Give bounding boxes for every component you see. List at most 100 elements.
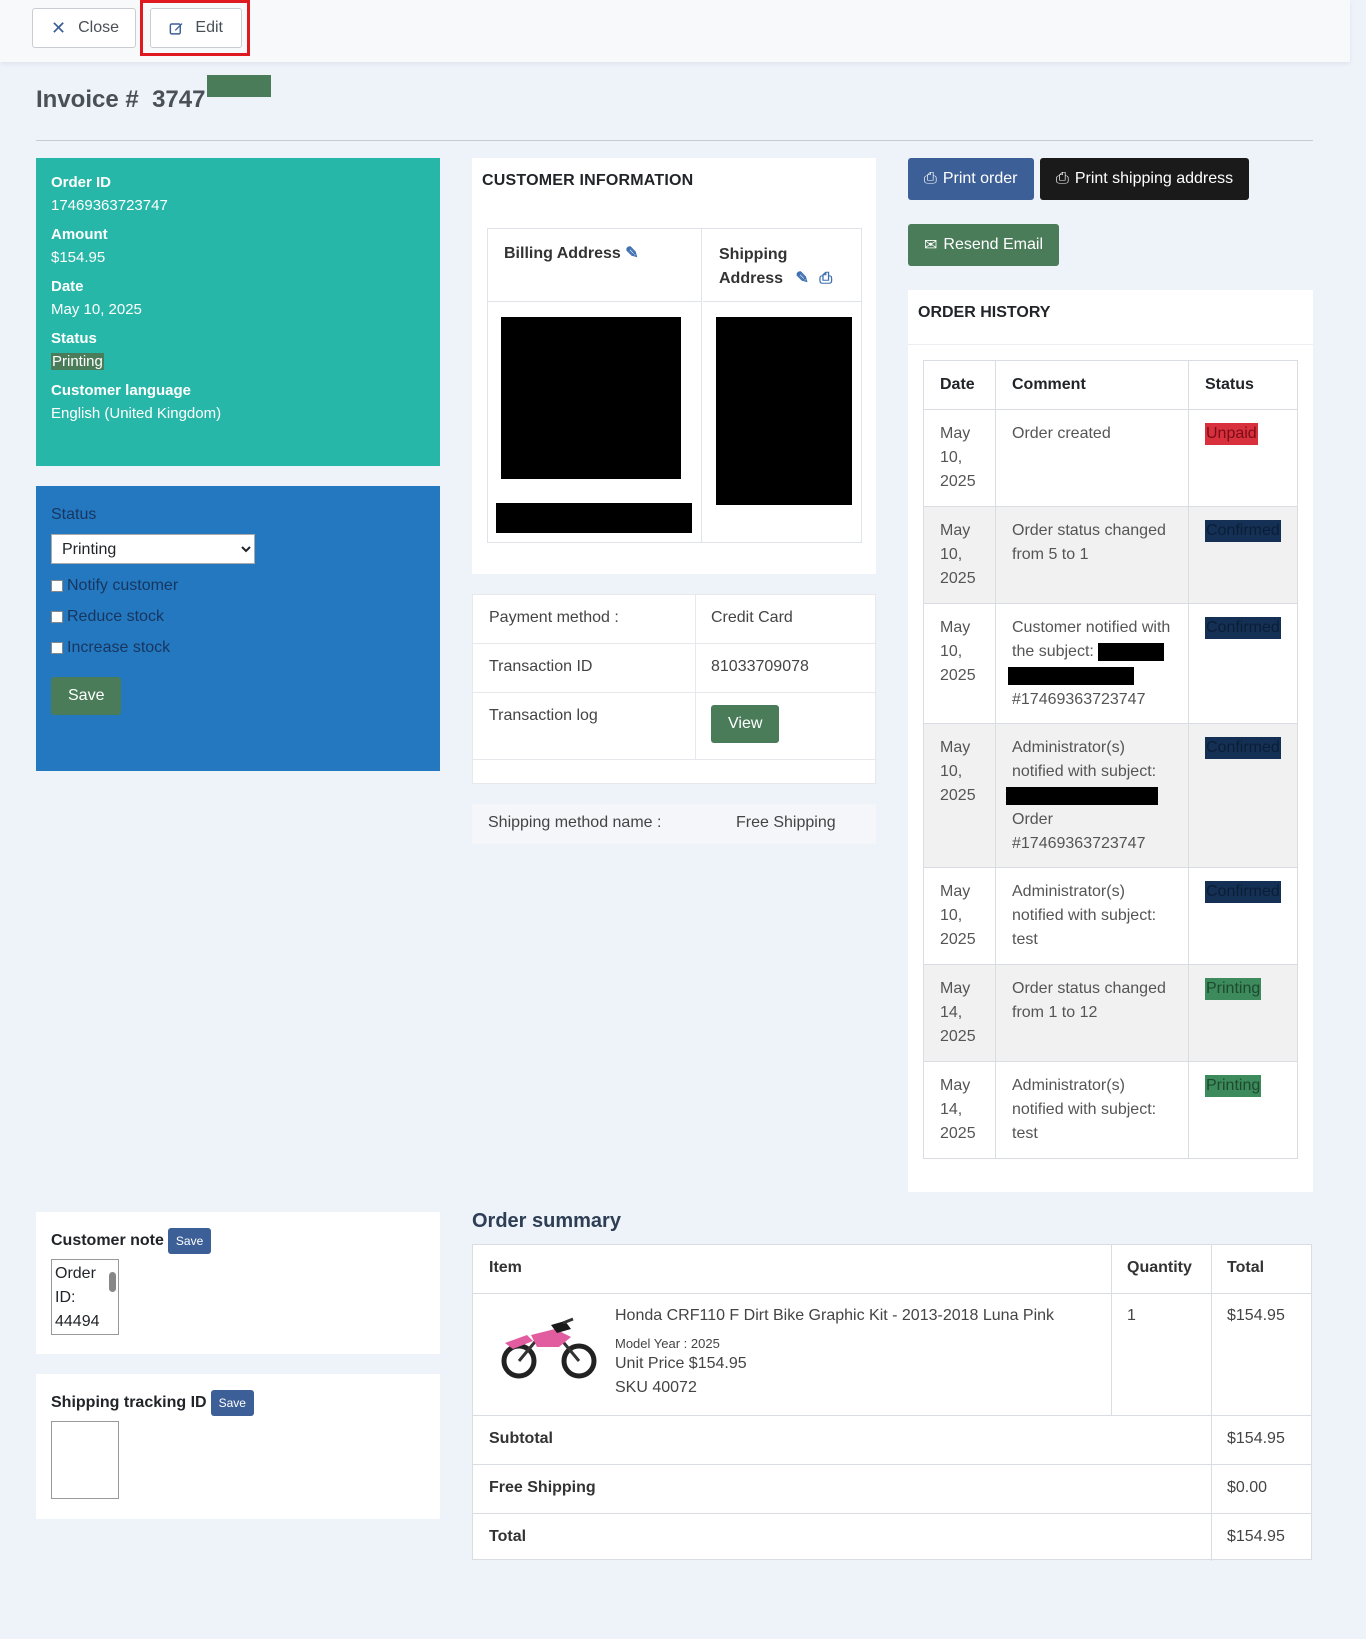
- history-row: May 14, 2025 Administrator(s) notified wit…: [924, 1062, 1297, 1158]
- print-icon[interactable]: ⎙: [819, 270, 832, 287]
- print-order-button[interactable]: ⎙ Print order: [908, 158, 1034, 200]
- close-button[interactable]: ✕ Close: [32, 8, 136, 48]
- print-icon: ⎙: [924, 170, 937, 187]
- order-summary-title: Order summary: [472, 1210, 621, 1232]
- product-image: [499, 1315, 599, 1381]
- save-status-button[interactable]: Save: [51, 677, 122, 715]
- status-form: Status Printing Notify customer Reduce s…: [36, 486, 440, 771]
- status-badge: Printing: [1205, 978, 1262, 1000]
- shipping-column: Shipping Address ✎ ⎙: [703, 229, 861, 505]
- shipping-value: $0.00: [1227, 1479, 1268, 1496]
- payment-method-row: Payment method : Credit Card: [473, 595, 875, 644]
- address-table: Billing Address ✎ Shipping Address ✎ ⎙: [487, 228, 862, 543]
- order-info-card: Order ID 17469363723747 Amount $154.95 D…: [36, 158, 440, 466]
- billing-column: Billing Address ✎: [488, 229, 702, 542]
- item-unit-price: Unit Price $154.95: [615, 1355, 747, 1372]
- item-sku: SKU 40072: [615, 1379, 697, 1396]
- header-total: Total: [1227, 1259, 1265, 1276]
- checkbox-icon[interactable]: [51, 611, 63, 623]
- item-name: Honda CRF110 F Dirt Bike Graphic Kit - 2…: [615, 1307, 1055, 1324]
- header-status: Status: [1205, 376, 1254, 393]
- save-note-button[interactable]: Save: [167, 1228, 212, 1254]
- header-date: Date: [924, 361, 996, 409]
- customer-info-title: CUSTOMER INFORMATION: [482, 172, 694, 189]
- subtotal-value: $154.95: [1227, 1430, 1285, 1447]
- status-select[interactable]: Printing: [51, 534, 255, 564]
- shipping-header: Shipping Address ✎ ⎙: [703, 229, 861, 302]
- redacted-billing: [501, 317, 681, 479]
- language-label: Customer language: [51, 382, 192, 399]
- transaction-log-row: Transaction log View: [473, 693, 875, 760]
- close-icon: ✕: [51, 17, 67, 38]
- header-item: Item: [489, 1259, 522, 1276]
- checkbox-icon[interactable]: [51, 580, 63, 592]
- status-badge: Confirmed: [1205, 737, 1281, 759]
- redacted-billing-line: [496, 503, 692, 533]
- row-divider: [473, 1293, 1311, 1294]
- checkbox-icon[interactable]: [51, 642, 63, 654]
- pencil-icon[interactable]: ✎: [795, 270, 808, 287]
- amount-label: Amount: [51, 226, 108, 243]
- history-table: Date Comment Status May 10, 2025 Order cre…: [923, 360, 1298, 1159]
- scrollbar[interactable]: [109, 1272, 116, 1292]
- shipping-method-label: Shipping method name :: [488, 814, 662, 831]
- language-value: English (United Kingdom): [51, 405, 222, 422]
- pencil-icon[interactable]: ✎: [625, 245, 638, 262]
- resend-email-button[interactable]: ✉ Resend Email: [908, 224, 1060, 266]
- history-header-row: Date Comment Status: [924, 361, 1297, 410]
- customer-note-card: Customer note Save Order ID: 44494: [36, 1212, 440, 1354]
- status-badge: [207, 75, 271, 97]
- history-row: May 10, 2025 Order created Unpaid: [924, 410, 1297, 507]
- order-summary-table: Item Quantity Total Honda CRF110 F Dirt …: [472, 1244, 1312, 1561]
- status-value: Printing: [51, 353, 104, 370]
- status-badge: Confirmed: [1205, 881, 1281, 903]
- envelope-icon: ✉: [924, 237, 938, 254]
- item-total: $154.95: [1227, 1307, 1285, 1324]
- tracking-label: Shipping tracking ID: [51, 1394, 207, 1411]
- increase-stock-checkbox[interactable]: Increase stock: [51, 639, 425, 657]
- billing-header: Billing Address ✎: [488, 229, 701, 302]
- tracking-textarea[interactable]: [51, 1421, 119, 1499]
- view-log-button[interactable]: View: [711, 705, 780, 743]
- customer-note-textarea[interactable]: Order ID: 44494: [51, 1259, 119, 1335]
- notify-customer-checkbox[interactable]: Notify customer: [51, 577, 425, 595]
- status-badge: Confirmed: [1205, 520, 1281, 542]
- history-row: May 10, 2025 Administrator(s) notified wit…: [924, 724, 1297, 868]
- row-divider: [473, 1415, 1311, 1416]
- payment-table: Payment method : Credit Card Transaction…: [472, 594, 876, 784]
- divider: [908, 344, 1313, 345]
- shipping-method-value: Free Shipping: [736, 814, 836, 831]
- shipping-label: Free Shipping: [489, 1479, 596, 1496]
- row-divider: [473, 1464, 1311, 1465]
- divider: [36, 140, 1313, 141]
- order-history-title: ORDER HISTORY: [918, 304, 1051, 321]
- item-model-year: Model Year : 2025: [615, 1336, 720, 1351]
- order-history-card: ORDER HISTORY Date Comment Status May 10,…: [908, 290, 1313, 1192]
- tracking-card: Shipping tracking ID Save: [36, 1374, 440, 1519]
- status-form-label: Status: [51, 506, 97, 523]
- reduce-stock-checkbox[interactable]: Reduce stock: [51, 608, 425, 626]
- date-label: Date: [51, 278, 84, 295]
- order-id-label: Order ID: [51, 174, 112, 191]
- customer-info-card: CUSTOMER INFORMATION Billing Address ✎ S…: [472, 158, 876, 574]
- shipping-method-row: Shipping method name : Free Shipping: [472, 804, 876, 844]
- header-quantity: Quantity: [1127, 1259, 1192, 1276]
- column-divider: [1111, 1245, 1112, 1415]
- transaction-id-row: Transaction ID 81033709078: [473, 644, 875, 693]
- history-row: May 10, 2025 Administrator(s) notified wit…: [924, 868, 1297, 965]
- order-id-value: 17469363723747: [51, 197, 168, 214]
- row-divider: [473, 1513, 1311, 1514]
- history-row: May 10, 2025 Customer notified with the su…: [924, 604, 1297, 724]
- item-quantity: 1: [1127, 1307, 1136, 1324]
- date-value: May 10, 2025: [51, 301, 142, 318]
- header-comment: Comment: [996, 361, 1189, 409]
- print-shipping-button[interactable]: ⎙ Print shipping address: [1040, 158, 1250, 200]
- save-tracking-button[interactable]: Save: [210, 1390, 254, 1416]
- total-label: Total: [489, 1528, 527, 1545]
- total-value: $154.95: [1227, 1528, 1285, 1545]
- status-badge: Printing: [1205, 1075, 1262, 1097]
- history-row: May 14, 2025 Order status changed from 1 t…: [924, 965, 1297, 1062]
- status-label: Status: [51, 330, 97, 347]
- redacted-shipping: [716, 317, 852, 505]
- edit-highlight-box: [140, 0, 250, 56]
